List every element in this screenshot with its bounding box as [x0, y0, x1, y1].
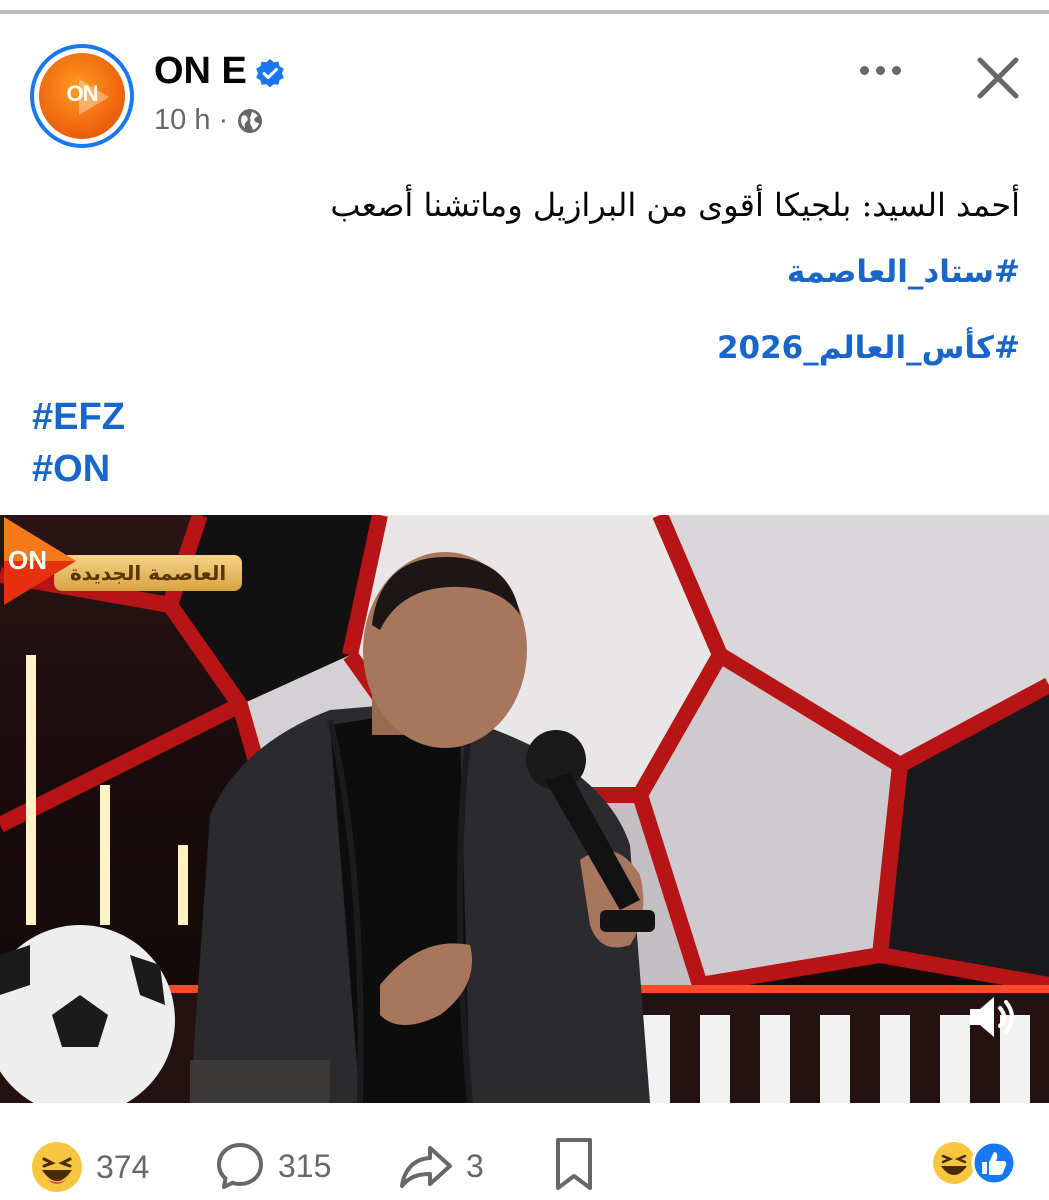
page-avatar[interactable]: ON — [30, 44, 134, 148]
reaction-count: 374 — [96, 1148, 150, 1185]
post-time[interactable]: 10 h — [154, 104, 210, 137]
meta-separator: · — [218, 104, 229, 136]
reaction-summary[interactable] — [930, 1138, 1020, 1188]
comment-button[interactable]: 315 — [214, 1140, 331, 1192]
haha-emoji-icon — [933, 1142, 975, 1184]
verified-badge-icon — [256, 59, 284, 88]
studio-background — [0, 515, 1049, 1103]
post-actions-bar: 374 315 3 — [0, 1120, 1049, 1200]
post-meta: 10 h · — [154, 104, 264, 137]
share-icon — [400, 1146, 452, 1188]
page-name[interactable]: ON E — [154, 50, 247, 93]
post-text: أحمد السيد: بلجيكا أقوى من البرازيل ومات… — [330, 186, 1020, 224]
reaction-button[interactable]: 374 — [30, 1140, 149, 1194]
dot — [891, 65, 901, 75]
globe-icon[interactable] — [236, 107, 264, 135]
volume-icon[interactable] — [964, 990, 1020, 1044]
dot — [875, 65, 885, 75]
post-video[interactable]: العاصمة الجديدة ON — [0, 515, 1049, 1103]
hashtag-world-cup[interactable]: #كأس_العالم_2026 — [30, 330, 1020, 366]
post-header: ON ON E 10 h · — [0, 14, 1049, 164]
share-count: 3 — [466, 1147, 484, 1184]
dot — [859, 65, 869, 75]
channel-logo-text: ON — [8, 545, 47, 575]
on-e-logo: ON — [39, 53, 125, 139]
location-badge: العاصمة الجديدة — [54, 555, 243, 591]
hashtag-stadium[interactable]: #ستاد_العاصمة — [30, 254, 1020, 290]
comment-icon — [217, 1143, 263, 1189]
avatar-logo-text: ON — [66, 81, 99, 106]
more-options-icon[interactable] — [848, 50, 912, 90]
bookmark-icon[interactable] — [552, 1136, 596, 1192]
on-channel-logo: ON — [4, 517, 76, 605]
close-icon[interactable] — [968, 48, 1028, 108]
like-icon — [971, 1140, 1017, 1186]
share-button[interactable]: 3 — [398, 1140, 484, 1192]
haha-emoji-icon — [32, 1142, 82, 1192]
comment-count: 315 — [278, 1147, 332, 1184]
hashtag-on[interactable]: #ON — [32, 448, 110, 491]
hashtag-efz[interactable]: #EFZ — [32, 396, 125, 439]
